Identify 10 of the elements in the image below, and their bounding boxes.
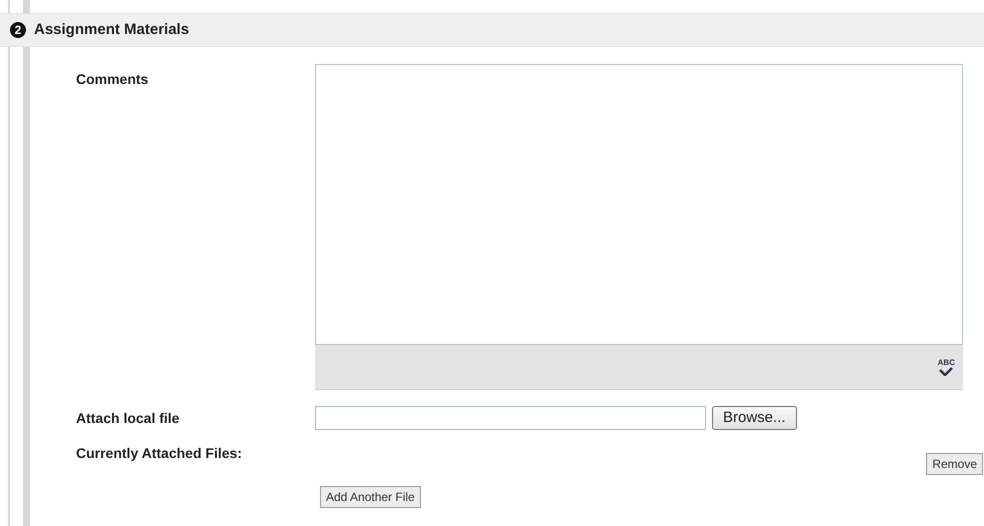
add-file-button[interactable]: Add Another File — [320, 486, 421, 508]
file-path-field[interactable] — [315, 406, 706, 430]
field-label: Attach local file — [75, 408, 180, 428]
section-title: Assignment Materials — [34, 20, 190, 40]
browse-button[interactable]: Browse... — [712, 406, 797, 430]
comments-field[interactable] — [315, 64, 963, 345]
field-label: Comments — [75, 70, 150, 89]
remove-button[interactable]: Remove — [926, 453, 983, 475]
field-label: Currently Attached Files: — [75, 444, 243, 463]
step-number: 2 — [10, 22, 26, 38]
